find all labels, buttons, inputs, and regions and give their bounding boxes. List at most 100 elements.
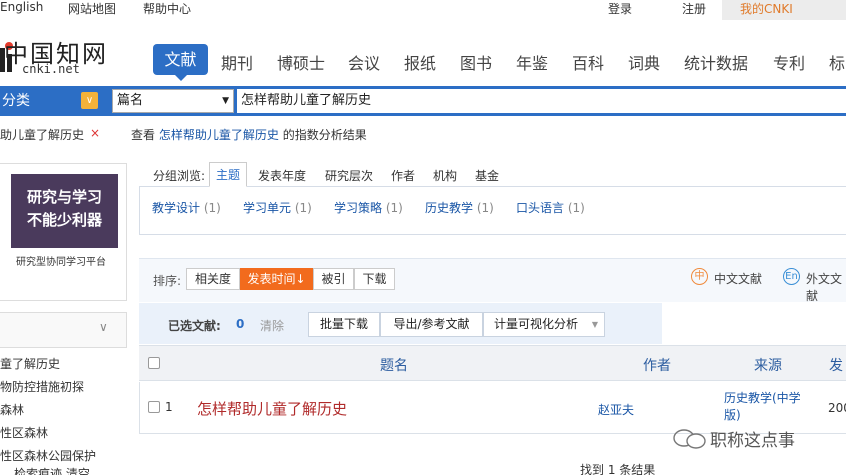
row-date: 200: [828, 401, 846, 415]
history-item[interactable]: 性区森林: [0, 424, 48, 441]
history-item[interactable]: 童了解历史: [0, 355, 60, 372]
register-link[interactable]: 注册: [682, 0, 706, 17]
row-checkbox[interactable]: [148, 401, 160, 413]
login-link[interactable]: 登录: [608, 0, 632, 17]
selected-count: 0: [236, 317, 245, 331]
subject-link[interactable]: 口头语言 (1): [516, 199, 585, 216]
subject-name: 历史教学: [425, 201, 474, 215]
nav-tab-newspapers[interactable]: 报纸: [404, 50, 436, 74]
chevron-down-icon[interactable]: ∨: [81, 92, 98, 109]
group-tab-level[interactable]: 研究层次: [325, 167, 373, 184]
analysis-link[interactable]: 怎样帮助儿童了解历史: [159, 128, 279, 142]
nav-tab-dictionary[interactable]: 词典: [628, 50, 660, 74]
visual-analysis-label: 计量可视化分析: [494, 317, 579, 331]
watermark-text: 职称这点事: [710, 431, 795, 451]
history-item[interactable]: 森林: [0, 401, 24, 418]
results-count: 找到 1 条结果: [580, 463, 656, 475]
nav-tab-standards[interactable]: 标: [829, 50, 845, 74]
subject-count: (1): [294, 201, 312, 215]
nav-tab-yearbooks[interactable]: 年鉴: [516, 50, 548, 74]
toolbar-spacer: [662, 303, 846, 344]
col-author[interactable]: 作者: [643, 355, 671, 375]
nav-tab-statistics[interactable]: 统计数据: [684, 50, 748, 74]
index-analysis-text: 查看 怎样帮助儿童了解历史 的指数分析结果: [131, 126, 367, 143]
col-source[interactable]: 来源: [754, 355, 782, 375]
dropdown-arrow-icon: ▼: [222, 96, 229, 106]
sort-date-label: 发表时间: [247, 272, 296, 286]
group-browse-label: 分组浏览:: [153, 169, 206, 183]
nav-tab-literature[interactable]: 文献: [153, 44, 208, 81]
nav-tab-books[interactable]: 图书: [460, 50, 492, 74]
logo-english[interactable]: cnki.net: [22, 62, 80, 76]
foreign-docs-icon[interactable]: En: [783, 268, 800, 285]
dropdown-arrow-icon: ▼: [591, 320, 598, 329]
clear-selection-link[interactable]: 清除: [260, 317, 284, 334]
history-item[interactable]: 物防控措施初探: [0, 378, 84, 395]
subject-name: 口头语言: [516, 201, 565, 215]
help-link[interactable]: 帮助中心: [143, 0, 191, 17]
row-title-link[interactable]: 怎样帮助儿童了解历史: [197, 398, 347, 419]
col-date[interactable]: 发: [829, 355, 843, 375]
subject-link[interactable]: 学习策略 (1): [334, 199, 403, 216]
arrow-down-icon: ↓: [295, 272, 306, 286]
row-number: 1: [165, 400, 173, 414]
nav-tab-theses[interactable]: 博硕士: [277, 50, 325, 74]
history-trace-link[interactable]: 检索痕迹 清空: [14, 465, 90, 475]
sidebar-history-header[interactable]: [0, 312, 127, 348]
search-field-value: 篇名: [117, 93, 144, 108]
chinese-docs-icon[interactable]: 中: [691, 268, 708, 285]
row-source-link[interactable]: 历史教学(中学版): [724, 390, 814, 424]
search-field-select[interactable]: 篇名 ▼: [112, 89, 234, 113]
english-link[interactable]: English: [0, 0, 43, 14]
promo-banner[interactable]: 研究与学习 不能少利器: [11, 174, 118, 248]
group-tab-institution[interactable]: 机构: [433, 167, 457, 184]
export-references-button[interactable]: 导出/参考文献: [380, 312, 483, 337]
subject-link[interactable]: 教学设计 (1): [152, 199, 221, 216]
foreign-docs-link[interactable]: 外文文献: [806, 270, 846, 304]
group-tab-year[interactable]: 发表年度: [258, 167, 306, 184]
row-author-link[interactable]: 赵亚夫: [598, 401, 634, 418]
analysis-suffix: 的指数分析结果: [282, 128, 367, 142]
sort-label: 排序:: [153, 274, 182, 288]
sort-download-button[interactable]: 下载: [354, 268, 395, 290]
subject-count: (1): [476, 201, 494, 215]
promo-line-1: 研究与学习: [26, 188, 102, 206]
col-title[interactable]: 题名: [380, 355, 408, 375]
wechat-icon: [672, 428, 708, 453]
subject-count: (1): [567, 201, 585, 215]
chevron-down-icon[interactable]: ∨: [99, 320, 108, 334]
nav-tab-journals[interactable]: 期刊: [221, 50, 253, 74]
analysis-prefix: 查看: [131, 128, 156, 142]
promo-line-2: 不能少利器: [26, 211, 102, 229]
visual-analysis-button[interactable]: 计量可视化分析 ▼: [483, 312, 605, 337]
top-bar: [0, 0, 846, 22]
group-tab-subject[interactable]: 主题: [209, 162, 247, 187]
nav-tab-patents[interactable]: 专利: [773, 50, 805, 74]
batch-download-button[interactable]: 批量下载: [308, 312, 380, 337]
results-table-header: [139, 345, 846, 381]
group-tab-author[interactable]: 作者: [391, 167, 415, 184]
my-cnki-link[interactable]: 我的CNKI: [740, 0, 793, 17]
sort-cited-button[interactable]: 被引: [313, 268, 354, 290]
close-icon[interactable]: ×: [90, 126, 100, 140]
subject-link[interactable]: 历史教学 (1): [425, 199, 494, 216]
nav-tab-encyclopedia[interactable]: 百科: [572, 50, 604, 74]
select-all-checkbox[interactable]: [148, 357, 160, 369]
subject-name: 教学设计: [152, 201, 201, 215]
subject-count: (1): [385, 201, 403, 215]
subject-link[interactable]: 学习单元 (1): [243, 199, 312, 216]
sitemap-link[interactable]: 网站地图: [68, 0, 116, 17]
history-item[interactable]: 性区森林公园保护: [0, 447, 96, 464]
sort-relevance-button[interactable]: 相关度: [186, 268, 240, 290]
sort-date-button[interactable]: 发表时间↓: [240, 268, 313, 290]
subject-name: 学习策略: [334, 201, 383, 215]
subject-name: 学习单元: [243, 201, 292, 215]
nav-tab-conferences[interactable]: 会议: [348, 50, 380, 74]
group-tab-fund[interactable]: 基金: [475, 167, 499, 184]
query-tag: 助儿童了解历史: [0, 128, 85, 142]
search-input[interactable]: 怎样帮助儿童了解历史: [237, 89, 846, 113]
promo-caption[interactable]: 研究型协同学习平台: [16, 253, 106, 268]
subject-count: (1): [203, 201, 221, 215]
selected-label: 已选文献:: [168, 319, 221, 333]
chinese-docs-link[interactable]: 中文文献: [714, 270, 762, 287]
